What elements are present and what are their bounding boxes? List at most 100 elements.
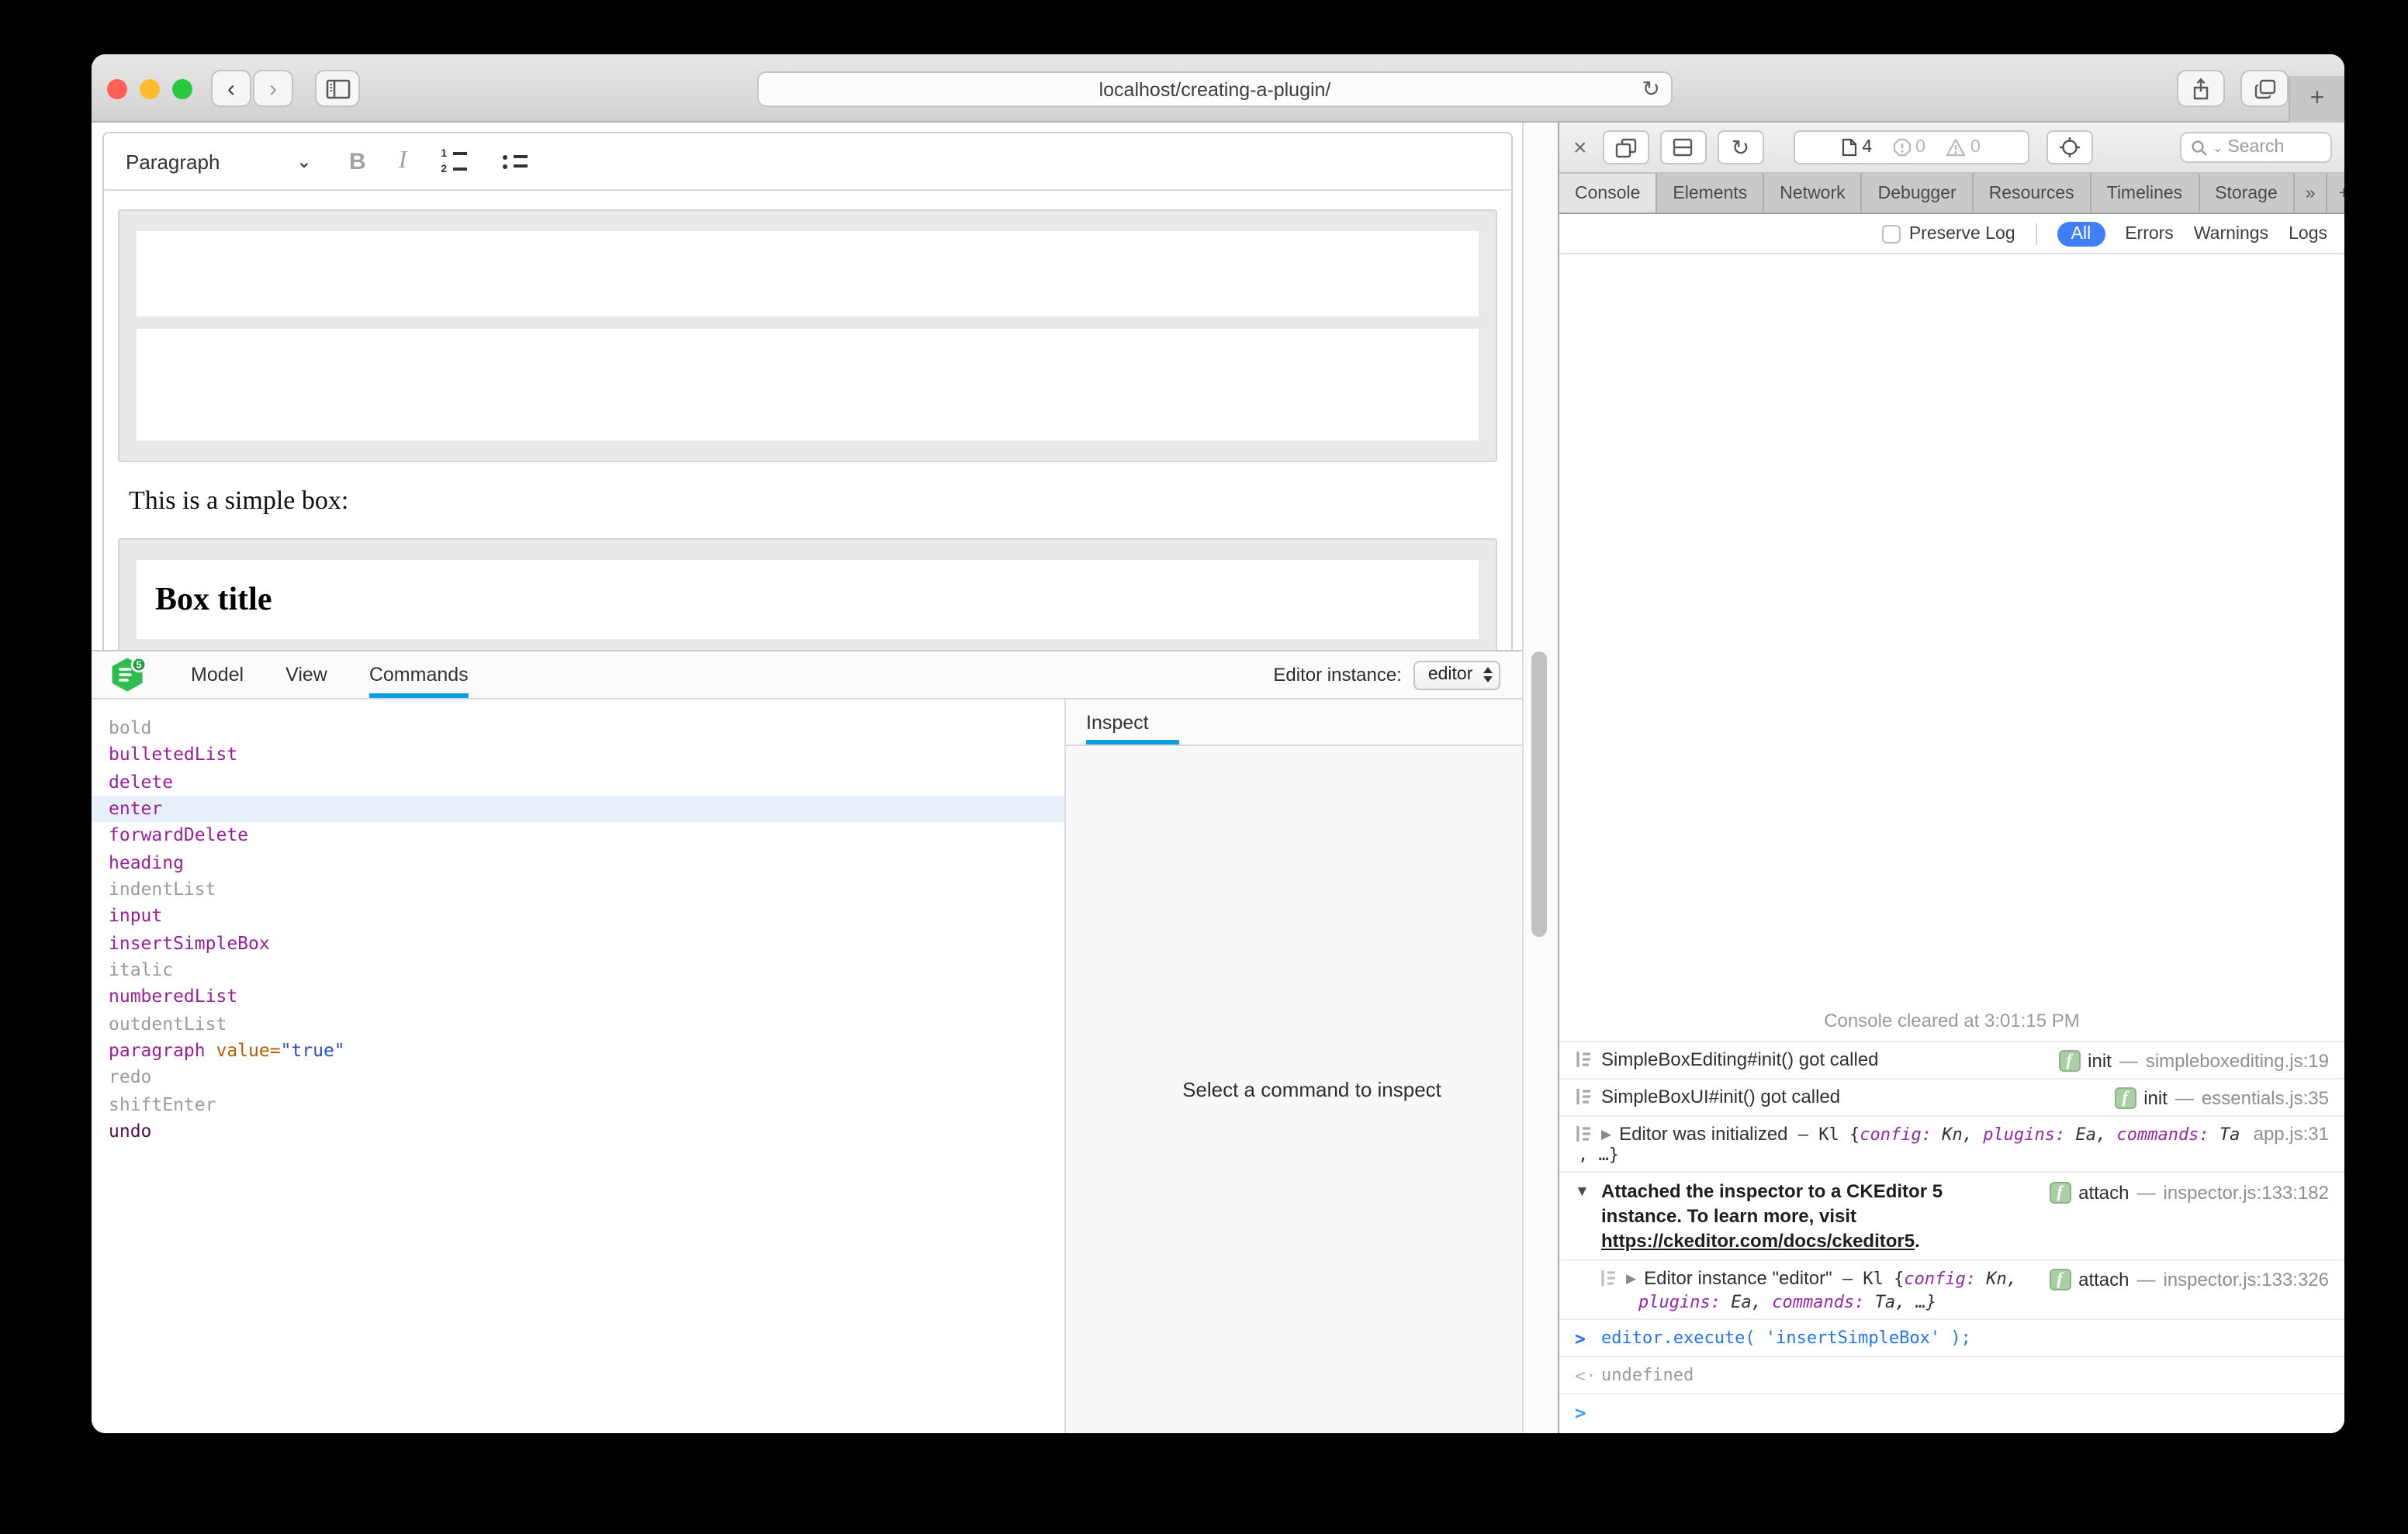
command-item-bold[interactable]: bold bbox=[92, 715, 1064, 742]
source-link[interactable]: essentials.js:35 bbox=[2202, 1087, 2329, 1109]
command-item-italic[interactable]: italic bbox=[92, 957, 1064, 984]
console-output[interactable]: Console cleared at 3:01:15 PM SimpleBoxE… bbox=[1559, 254, 2344, 1433]
tab-model[interactable]: Model bbox=[191, 651, 244, 698]
bulleted-list-button[interactable] bbox=[501, 154, 528, 168]
tab-view[interactable]: View bbox=[285, 651, 327, 698]
scrollbar-thumb[interactable] bbox=[1531, 651, 1547, 937]
close-window-button[interactable] bbox=[107, 79, 127, 99]
command-item-outdentList[interactable]: outdentList bbox=[92, 1011, 1064, 1038]
inspect-tabbar: Inspect bbox=[1066, 700, 1558, 746]
heading-dropdown[interactable]: Paragraph ⌄ bbox=[126, 150, 312, 173]
filter-errors[interactable]: Errors bbox=[2125, 224, 2174, 243]
close-devtools-button[interactable]: × bbox=[1569, 134, 1592, 161]
tab-overflow-button[interactable]: » bbox=[2295, 174, 2328, 212]
minimize-window-button[interactable] bbox=[140, 79, 160, 99]
sidebar-toggle-button[interactable] bbox=[315, 70, 360, 107]
simple-box-description-field[interactable] bbox=[137, 329, 1479, 441]
console-prompt-row[interactable]: > bbox=[1559, 1393, 2344, 1433]
command-item-undo[interactable]: undo bbox=[92, 1118, 1064, 1145]
source-link[interactable]: inspector.js:133:326 bbox=[2164, 1269, 2330, 1290]
simple-box-widget-empty[interactable] bbox=[118, 209, 1497, 462]
back-icon: ‹ bbox=[227, 77, 235, 100]
add-tab-button[interactable]: + bbox=[2328, 174, 2344, 212]
share-button[interactable] bbox=[2177, 70, 2225, 107]
tab-overview-button[interactable] bbox=[2240, 70, 2289, 107]
disclosure-triangle-icon[interactable]: ▶ bbox=[1626, 1270, 1644, 1287]
tab-elements[interactable]: Elements bbox=[1657, 174, 1764, 212]
tab-commands[interactable]: Commands bbox=[369, 651, 469, 698]
back-button[interactable]: ‹ bbox=[211, 70, 251, 107]
command-item-input[interactable]: input bbox=[92, 903, 1064, 931]
log-message: Editor instance "editor" – Kl {config: K… bbox=[1644, 1267, 2017, 1289]
command-item-bulletedList[interactable]: bulletedList bbox=[92, 742, 1064, 769]
reload-icon[interactable]: ↻ bbox=[1642, 76, 1660, 102]
bold-button[interactable]: B bbox=[349, 148, 366, 174]
issues-summary[interactable]: 4 0 0 bbox=[1794, 130, 2029, 164]
source-link[interactable]: inspector.js:133:182 bbox=[2164, 1182, 2330, 1204]
paragraph-text[interactable]: This is a simple box: bbox=[129, 485, 1497, 517]
command-item-shiftEnter[interactable]: shiftEnter bbox=[92, 1091, 1064, 1118]
reload-page-button[interactable]: ↻ bbox=[1718, 130, 1764, 164]
dock-bottom-button[interactable] bbox=[1660, 130, 1707, 164]
title-bar[interactable]: ‹ › localhost/creating-a-plugin/ ↻ bbox=[92, 54, 2344, 123]
log-message: SimpleBoxEditing#init() got called bbox=[1601, 1049, 1879, 1070]
filter-logs[interactable]: Logs bbox=[2289, 224, 2327, 243]
disclosure-triangle-icon[interactable]: ▶ bbox=[1601, 1126, 1619, 1143]
tab-resources[interactable]: Resources bbox=[1974, 174, 2091, 212]
page-scrollbar[interactable] bbox=[1522, 123, 1558, 1433]
console-input-echo-row[interactable]: > editor.execute( 'insertSimpleBox' ); bbox=[1559, 1318, 2344, 1356]
command-item-insertSimpleBox[interactable]: insertSimpleBox bbox=[92, 930, 1064, 957]
devtools-search-field[interactable]: ⌄ Search bbox=[2180, 132, 2332, 163]
command-item-indentList[interactable]: indentList bbox=[92, 876, 1064, 903]
source-link[interactable]: app.js:31 bbox=[2254, 1123, 2329, 1145]
new-tab-button[interactable]: + bbox=[2289, 76, 2344, 123]
console-log-row[interactable]: SimpleBoxUI#init() got called f init — e… bbox=[1559, 1078, 2344, 1115]
bulleted-list-icon bbox=[503, 154, 507, 159]
filter-warnings[interactable]: Warnings bbox=[2194, 224, 2268, 243]
tab-console[interactable]: Console bbox=[1559, 174, 1657, 212]
heading-dropdown-label: Paragraph bbox=[126, 150, 220, 173]
command-item-numberedList[interactable]: numberedList bbox=[92, 984, 1064, 1011]
command-item-forwardDelete[interactable]: forwardDelete bbox=[92, 823, 1064, 850]
command-item-paragraph[interactable]: paragraph value="true" bbox=[92, 1038, 1064, 1065]
command-item-delete[interactable]: delete bbox=[92, 769, 1064, 796]
tab-overview-icon bbox=[2254, 78, 2275, 98]
tab-debugger[interactable]: Debugger bbox=[1863, 174, 1974, 212]
command-item-enter[interactable]: enter bbox=[92, 796, 1064, 823]
address-bar[interactable]: localhost/creating-a-plugin/ ↻ bbox=[757, 71, 1673, 107]
source-link[interactable]: simpleboxediting.js:19 bbox=[2146, 1050, 2329, 1072]
console-log-row-expandable[interactable]: ▶ Editor was initialized – Kl {config: K… bbox=[1559, 1115, 2344, 1171]
warning-count: 0 bbox=[1946, 138, 1981, 157]
console-log-row-nested[interactable]: ▶ Editor instance "editor" – Kl {config:… bbox=[1559, 1259, 2344, 1318]
devtools-tab-bar: Console Elements Network Debugger Resour… bbox=[1559, 174, 2344, 214]
search-placeholder: Search bbox=[2227, 138, 2284, 157]
disclosure-triangle-icon[interactable]: ▼ bbox=[1575, 1183, 1597, 1201]
tab-storage[interactable]: Storage bbox=[2199, 174, 2295, 212]
preserve-log-checkbox[interactable] bbox=[1883, 224, 1901, 243]
numbered-list-button[interactable]: 1 2 bbox=[441, 148, 467, 174]
element-picker-button[interactable] bbox=[2046, 130, 2093, 164]
zoom-window-button[interactable] bbox=[172, 79, 192, 99]
ckeditor-docs-link[interactable]: https://ckeditor.com/docs/ckeditor5 bbox=[1601, 1230, 1915, 1252]
error-count: 0 bbox=[1892, 138, 1925, 157]
filter-all[interactable]: All bbox=[2057, 221, 2105, 246]
tab-network[interactable]: Network bbox=[1764, 174, 1862, 212]
command-item-heading[interactable]: heading bbox=[92, 849, 1064, 876]
italic-button[interactable]: I bbox=[399, 147, 407, 175]
dock-bottom-icon bbox=[1673, 138, 1694, 157]
simple-box-title-field[interactable]: Box title bbox=[137, 560, 1479, 639]
console-result-row[interactable]: <· undefined bbox=[1559, 1356, 2344, 1393]
page-resource-count: 4 bbox=[1842, 138, 1872, 157]
preserve-log-toggle[interactable]: Preserve Log bbox=[1883, 224, 2015, 243]
simple-box-title-field[interactable] bbox=[137, 231, 1479, 316]
command-item-redo[interactable]: redo bbox=[92, 1065, 1064, 1092]
tab-inspect[interactable]: Inspect bbox=[1086, 700, 1180, 745]
console-log-row-expanded[interactable]: ▼ Attached the inspector to a CKEditor 5… bbox=[1559, 1171, 2344, 1259]
dock-side-button[interactable] bbox=[1603, 130, 1649, 164]
devtools-toolbar: × ↻ bbox=[1559, 123, 2344, 174]
editor-instance-select[interactable]: editor bbox=[1414, 660, 1501, 689]
tab-timelines[interactable]: Timelines bbox=[2091, 174, 2200, 212]
console-log-row[interactable]: SimpleBoxEditing#init() got called f ini… bbox=[1559, 1041, 2344, 1078]
input-prompt-icon: > bbox=[1575, 1326, 1601, 1349]
forward-button[interactable]: › bbox=[253, 70, 293, 107]
